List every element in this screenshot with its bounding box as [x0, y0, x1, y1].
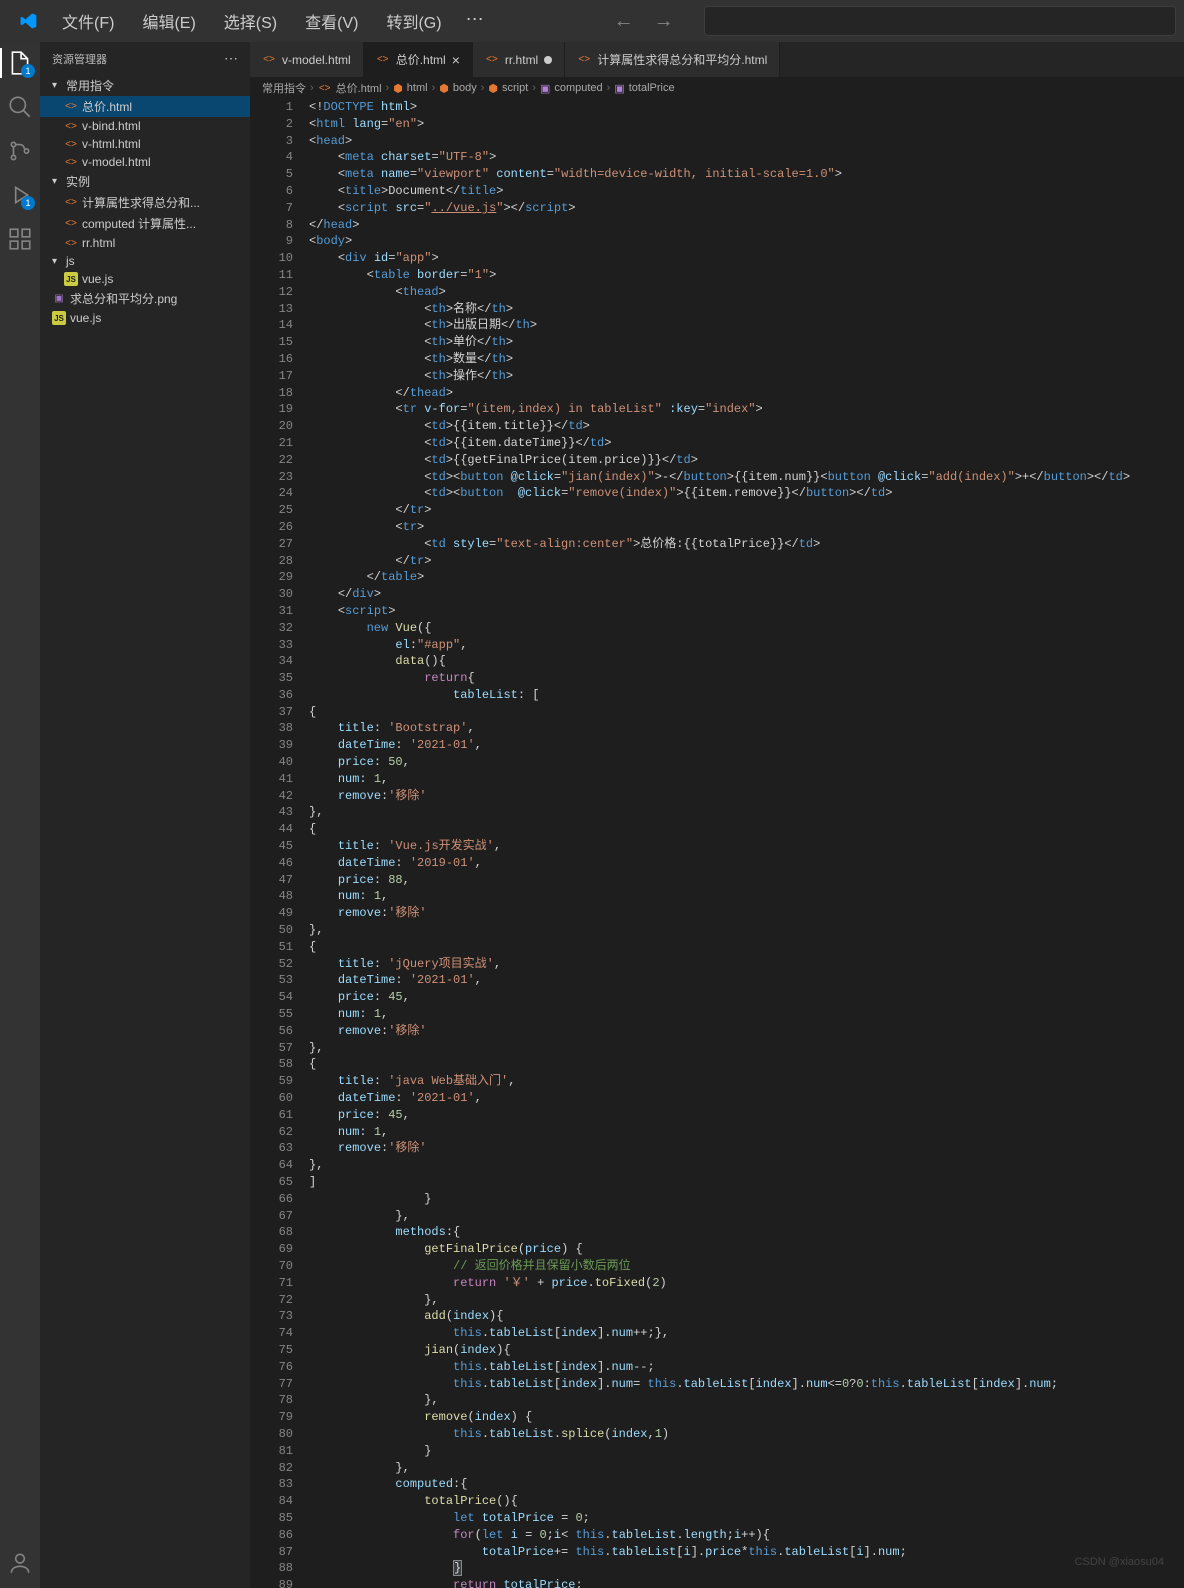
code-editor[interactable]: 1234567891011121314151617181920212223242… — [250, 99, 1184, 1588]
accounts-icon[interactable] — [7, 1550, 33, 1576]
file-jisuan[interactable]: <>计算属性求得总分和... — [40, 192, 250, 213]
source-control-icon[interactable] — [7, 138, 33, 164]
nav-back-icon[interactable]: ← — [614, 10, 634, 33]
modified-indicator-icon — [544, 56, 552, 64]
menu-file[interactable]: 文件(F) — [48, 3, 128, 39]
tab-jisuan[interactable]: <>计算属性求得总分和平均分.html — [565, 42, 780, 77]
debug-icon[interactable]: 1 — [7, 182, 33, 208]
editor-area: <>v-model.html <>总价.html× <>rr.html <>计算… — [250, 42, 1184, 1588]
menu-edit[interactable]: 编辑(E) — [128, 3, 209, 39]
menu-go[interactable]: 转到(G) — [372, 3, 455, 39]
activity-bar: 1 1 — [0, 42, 40, 1588]
editor-tabs: <>v-model.html <>总价.html× <>rr.html <>计算… — [250, 42, 1184, 77]
explorer-badge: 1 — [21, 64, 35, 78]
explorer-icon[interactable]: 1 — [7, 50, 33, 76]
tab-rr[interactable]: <>rr.html — [473, 42, 565, 77]
menu-view[interactable]: 查看(V) — [291, 3, 372, 39]
code-content[interactable]: <!DOCTYPE html><html lang="en"><head> <m… — [305, 99, 1184, 1588]
file-tree: ▾常用指令 <>总价.html <>v-bind.html <>v-html.h… — [40, 75, 250, 1588]
file-vuejs2[interactable]: JSvue.js — [40, 309, 250, 327]
vscode-logo-icon — [18, 11, 38, 31]
search-icon[interactable] — [7, 94, 33, 120]
debug-badge: 1 — [21, 196, 35, 210]
folder-frequent[interactable]: ▾常用指令 — [40, 75, 250, 96]
line-gutter: 1234567891011121314151617181920212223242… — [250, 99, 305, 1588]
close-icon[interactable]: × — [452, 52, 460, 68]
file-vbind[interactable]: <>v-bind.html — [40, 117, 250, 135]
file-computed[interactable]: <>computed 计算属性... — [40, 213, 250, 234]
tab-vmodel[interactable]: <>v-model.html — [250, 42, 364, 77]
sidebar: 资源管理器 ⋯ ▾常用指令 <>总价.html <>v-bind.html <>… — [40, 42, 250, 1588]
command-center-search[interactable] — [704, 6, 1176, 36]
tab-zongjia[interactable]: <>总价.html× — [364, 42, 473, 77]
file-rr[interactable]: <>rr.html — [40, 234, 250, 252]
file-vhtml[interactable]: <>v-html.html — [40, 135, 250, 153]
file-vuejs[interactable]: JSvue.js — [40, 270, 250, 288]
title-bar: 文件(F) 编辑(E) 选择(S) 查看(V) 转到(G) ⋯ ← → — [0, 0, 1184, 42]
sidebar-more-icon[interactable]: ⋯ — [224, 50, 238, 67]
menu-select[interactable]: 选择(S) — [210, 3, 291, 39]
breadcrumb[interactable]: 常用指令› <>总价.html› ⬢html› ⬢body› ⬢script› … — [250, 77, 1184, 99]
menu-bar: 文件(F) 编辑(E) 选择(S) 查看(V) 转到(G) ⋯ — [48, 3, 494, 39]
file-zongjia[interactable]: <>总价.html — [40, 96, 250, 117]
folder-examples[interactable]: ▾实例 — [40, 171, 250, 192]
nav-arrows: ← → — [614, 10, 674, 33]
folder-js[interactable]: ▾js — [40, 252, 250, 270]
file-png[interactable]: ▣求总分和平均分.png — [40, 288, 250, 309]
file-vmodel[interactable]: <>v-model.html — [40, 153, 250, 171]
nav-forward-icon[interactable]: → — [654, 10, 674, 33]
sidebar-header: 资源管理器 ⋯ — [40, 42, 250, 75]
sidebar-title: 资源管理器 — [52, 51, 107, 67]
extensions-icon[interactable] — [7, 226, 33, 252]
watermark-text: CSDN @xiaosu04 — [1075, 1556, 1164, 1568]
menu-more[interactable]: ⋯ — [456, 3, 494, 39]
